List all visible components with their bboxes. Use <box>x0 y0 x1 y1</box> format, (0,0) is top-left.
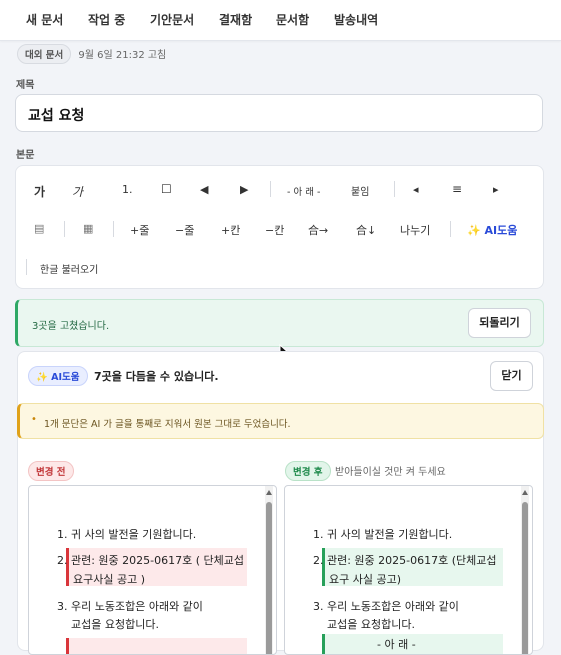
before-scrollbar[interactable] <box>265 486 273 654</box>
toolbar-divider <box>113 221 114 237</box>
table-icon[interactable]: ▤ <box>34 222 44 235</box>
document-meta: 대외 문서 9월 6일 21:32 고침 <box>17 43 166 64</box>
ai-panel-heading: 7곳을 다듬을 수 있습니다. <box>94 370 219 383</box>
sparkle-icon: ✨ <box>467 224 481 237</box>
add-column-button[interactable]: +칸 <box>221 222 240 238</box>
italic-button[interactable]: 가 <box>72 183 83 200</box>
attach-button[interactable]: 붙임 <box>351 183 369 198</box>
after-line-1: 1. 귀 사의 발전을 기원합니다. <box>313 528 453 541</box>
before-line-2a: 2. 관련: 원중 2025-0617호 ( 단체교섭 <box>57 554 245 567</box>
scroll-up-icon[interactable] <box>266 490 272 495</box>
nav-drafts[interactable]: 기안문서 <box>150 11 194 28</box>
title-label: 제목 <box>16 80 35 91</box>
warning-banner: • 1개 문단은 AI 가 글을 통째로 지워서 원본 그대로 두었습니다. <box>17 403 544 439</box>
close-button[interactable]: 닫기 <box>490 361 533 391</box>
before-line-1: 1. 귀 사의 발전을 기원합니다. <box>57 528 197 541</box>
after-document[interactable]: 1. 귀 사의 발전을 기원합니다. 2. 관련: 원중 2025-0617호 … <box>284 485 533 655</box>
align-right-icon[interactable]: ▸ <box>493 183 499 196</box>
before-line-3b: 교섭을 요청합니다. <box>71 618 159 631</box>
ai-help-button[interactable]: ✨ AI도움 <box>467 222 517 238</box>
nav-in-progress[interactable]: 작업 중 <box>88 11 125 28</box>
before-document[interactable]: 1. 귀 사의 발전을 기원합니다. 2. 관련: 원중 2025-0617호 … <box>28 485 277 655</box>
delete-row-button[interactable]: −줄 <box>175 222 194 238</box>
after-line-2a: 2. 관련: 원중 2025-0617호 (단체교섭 <box>313 554 497 567</box>
below-marker-button[interactable]: - 아 래 - <box>287 184 320 198</box>
scroll-thumb[interactable] <box>522 502 528 654</box>
toolbar-divider <box>450 221 451 237</box>
after-line-3a: 3. 우리 노동조합은 아래와 같이 <box>313 600 459 613</box>
align-center-icon[interactable]: ≡ <box>452 182 462 196</box>
checkbox-icon[interactable]: ☐ <box>161 182 172 196</box>
before-line-2b: 요구사실 공고 ) <box>73 573 146 586</box>
ai-help-label: AI도움 <box>484 224 518 237</box>
ai-chip-label: AI도움 <box>51 372 80 383</box>
warning-message: 1개 문단은 AI 가 글을 통째로 지워서 원본 그대로 두었습니다. <box>44 419 291 430</box>
prev-arrow-icon[interactable]: ◀ <box>200 183 208 196</box>
removed-highlight <box>66 638 247 654</box>
title-value: 교섭 요청 <box>28 108 85 124</box>
nav-approval-box[interactable]: 결재함 <box>219 11 252 28</box>
numbered-list-button[interactable]: 1. <box>122 183 133 196</box>
merge-down-button[interactable]: 合↓ <box>356 222 376 238</box>
body-label: 본문 <box>16 150 35 161</box>
after-hint: 받아들이실 것만 켜 두세요 <box>335 467 446 478</box>
after-chip: 변경 후 <box>285 461 331 481</box>
warning-bullet-icon: • <box>31 414 37 425</box>
hangul-import-button[interactable]: 한글 불러오기 <box>40 261 98 276</box>
before-line-3a: 3. 우리 노동조합은 아래와 같이 <box>57 600 203 613</box>
sparkle-icon: ✨ <box>36 372 48 383</box>
title-input[interactable]: 교섭 요청 <box>15 94 543 132</box>
align-left-icon[interactable]: ◂ <box>413 183 419 196</box>
top-nav: 새 문서 작업 중 기안문서 결재함 문서함 발송내역 <box>0 0 561 41</box>
toolbar-divider <box>270 181 271 197</box>
editor-toolbar: 가 가 1. ☐ ◀ ▶ - 아 래 - 붙임 ◂ ≡ ▸ ▤ ▦ +줄 −줄 … <box>15 165 544 289</box>
after-scrollbar[interactable] <box>521 486 529 654</box>
nav-new-document[interactable]: 새 문서 <box>26 11 63 28</box>
delete-column-button[interactable]: −칸 <box>265 222 284 238</box>
toolbar-divider <box>64 221 65 237</box>
split-cell-button[interactable]: 나누기 <box>400 222 430 238</box>
scroll-up-icon[interactable] <box>522 490 528 495</box>
after-line-4: - 아 래 - <box>377 638 416 651</box>
bold-button[interactable]: 가 <box>34 183 45 200</box>
after-line-3b: 교섭을 요청합니다. <box>327 618 415 631</box>
nav-sent-history[interactable]: 발송내역 <box>334 11 378 28</box>
merge-right-button[interactable]: 合→ <box>308 222 328 238</box>
toolbar-divider <box>394 181 395 197</box>
before-chip: 변경 전 <box>28 461 74 481</box>
scroll-thumb[interactable] <box>266 502 272 654</box>
nav-document-box[interactable]: 문서함 <box>276 11 309 28</box>
modified-time: 9월 6일 21:32 고침 <box>78 50 167 61</box>
add-row-button[interactable]: +줄 <box>130 222 149 238</box>
next-arrow-icon[interactable]: ▶ <box>240 183 248 196</box>
success-banner: 3곳을 고쳤습니다. 되돌리기 <box>15 299 544 347</box>
ai-chip: ✨ AI도움 <box>28 366 88 386</box>
toolbar-divider <box>26 259 27 275</box>
undo-button[interactable]: 되돌리기 <box>468 308 531 338</box>
grid-icon[interactable]: ▦ <box>83 222 93 235</box>
doc-type-chip: 대외 문서 <box>17 44 72 64</box>
success-message: 3곳을 고쳤습니다. <box>32 321 110 332</box>
after-line-2b: 요구 사실 공고) <box>329 573 402 586</box>
